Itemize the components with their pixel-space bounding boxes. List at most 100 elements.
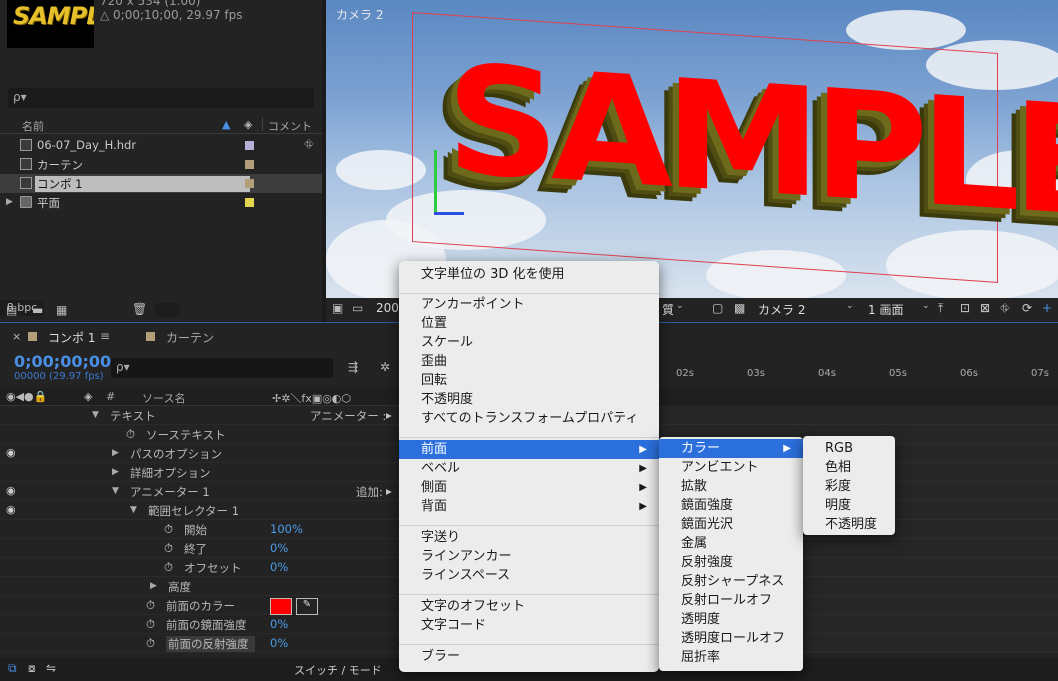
menu-item[interactable]: 文字コード	[399, 616, 659, 635]
tab-menu-icon[interactable]: ≡	[100, 329, 110, 343]
stopwatch-icon[interactable]: ⏱	[164, 541, 173, 556]
stopwatch-icon[interactable]: ⏱	[146, 636, 155, 651]
submenu-item[interactable]: 色相	[803, 458, 895, 477]
submenu-item[interactable]: 明度	[803, 496, 895, 515]
submenu-item[interactable]: 透明度ロールオフ	[659, 629, 803, 648]
visibility-eye-icon[interactable]: ◉	[6, 484, 16, 497]
switch-mode-toggle[interactable]: スイッチ / モード	[294, 662, 382, 678]
submenu-item[interactable]: 金属	[659, 534, 803, 553]
visibility-eye-icon[interactable]: ◉	[6, 503, 16, 516]
menu-item[interactable]: アンカーポイント	[399, 295, 659, 314]
resolution-select[interactable]: 質	[662, 301, 674, 317]
twirl-arrow-icon[interactable]: ▶	[112, 467, 119, 477]
layer-property-row[interactable]: ◉ ▼ アニメーター 1 追加: ▸	[0, 482, 400, 501]
submenu-item[interactable]: カラー ▶	[659, 439, 803, 458]
submenu-item[interactable]: アンビエント	[659, 458, 803, 477]
layer-property-row[interactable]: ⏱ 前面の鏡面強度 0%	[0, 615, 400, 634]
add-arrow-icon[interactable]: ▸	[386, 484, 392, 498]
exposure-plus-icon[interactable]: +	[1042, 301, 1052, 317]
twirl-arrow-icon[interactable]: ▼	[130, 505, 137, 515]
tab-comp1[interactable]: コンポ 1	[48, 329, 95, 346]
menu-item[interactable]: 字送り	[399, 528, 659, 547]
menu-item[interactable]: 回転	[399, 371, 659, 390]
property-value[interactable]: 0%	[270, 560, 288, 574]
submenu-item[interactable]: 反射シャープネス	[659, 572, 803, 591]
property-value[interactable]: 100%	[270, 522, 303, 536]
flowchart-icon[interactable]: ⛗	[1000, 301, 1010, 317]
interpret-footage-icon[interactable]: ▤	[6, 303, 17, 317]
source-name-column[interactable]: ソース名	[142, 390, 185, 406]
menu-item[interactable]: 不透明度	[399, 390, 659, 409]
menu-item[interactable]: 文字のオフセット	[399, 597, 659, 616]
timeline-link-icon[interactable]: ⊡	[960, 301, 970, 317]
layer-property-row[interactable]: ⏱ オフセット 0%	[0, 558, 400, 577]
project-item[interactable]: カーテン	[0, 155, 322, 174]
current-timecode[interactable]: 0;00;00;00	[14, 352, 111, 371]
layer-property-row[interactable]: ▶ 高度	[0, 577, 400, 596]
layer-property-row[interactable]: ⏱ 前面のカラー	[0, 596, 400, 615]
expand-arrow-icon[interactable]: ▶	[6, 197, 13, 207]
region-of-interest-icon[interactable]: ▢	[712, 301, 723, 317]
menu-item[interactable]: 歪曲	[399, 352, 659, 371]
reset-exposure-icon[interactable]: ⟳	[1022, 301, 1032, 317]
menu-item[interactable]: ベベル ▶	[399, 459, 659, 478]
front-color-swatch[interactable]	[270, 598, 292, 615]
menu-item[interactable]: 文字単位の 3D 化を使用	[399, 265, 659, 284]
layer-switches-icon[interactable]: ⧉	[8, 661, 17, 676]
menu-item[interactable]: 前面 ▶	[399, 440, 659, 459]
chevron-down-icon[interactable]: ⌄	[676, 301, 684, 317]
menu-item[interactable]: ラインスペース	[399, 566, 659, 585]
sort-up-icon[interactable]: ▲	[222, 118, 230, 131]
submenu-item[interactable]: 反射強度	[659, 553, 803, 572]
chevron-down-icon[interactable]: ⌄	[846, 301, 854, 317]
stopwatch-icon[interactable]: ⏱	[146, 598, 155, 613]
fast-preview-icon[interactable]: ⤒	[938, 301, 943, 317]
submenu-item[interactable]: 鏡面光沢	[659, 515, 803, 534]
submenu-item[interactable]: 反射ロールオフ	[659, 591, 803, 610]
layer-property-row[interactable]: ◉ ▼ 範囲セレクター 1	[0, 501, 400, 520]
tab-curtain[interactable]: カーテン	[166, 329, 214, 346]
new-folder-icon[interactable]: ▬	[32, 303, 43, 317]
submenu-item[interactable]: 屈折率	[659, 648, 803, 667]
animator-add-menu[interactable]: 追加:	[356, 484, 383, 500]
menu-item[interactable]: 位置	[399, 314, 659, 333]
animator-add-menu[interactable]: アニメーター :	[310, 408, 386, 424]
zoom-select[interactable]: 200	[376, 301, 399, 317]
always-preview-icon[interactable]: ▣	[332, 301, 343, 317]
draft-3d-icon[interactable]: ✲	[380, 360, 390, 374]
in-out-icon[interactable]: ⇋	[46, 661, 56, 675]
twirl-arrow-icon[interactable]: ▼	[112, 486, 119, 496]
new-comp-icon[interactable]: ▦	[56, 303, 67, 317]
menu-item[interactable]: スケール	[399, 333, 659, 352]
submenu-item[interactable]: 鏡面強度	[659, 496, 803, 515]
stopwatch-icon[interactable]: ⏱	[146, 617, 155, 632]
layer-property-row[interactable]: ▶ 詳細オプション	[0, 463, 400, 482]
property-value[interactable]: 0%	[270, 636, 288, 650]
property-value[interactable]: 0%	[270, 617, 288, 631]
project-item[interactable]: コンポ 1	[0, 174, 322, 193]
trash-icon[interactable]: 🗑	[132, 302, 147, 316]
layer-property-row[interactable]: ⏱ 前面の反射強度 0%	[0, 634, 400, 653]
submenu-item[interactable]: 拡散	[659, 477, 803, 496]
label-tag-icon[interactable]: ◈	[244, 118, 252, 131]
submenu-item[interactable]: 透明度	[659, 610, 803, 629]
menu-item[interactable]: すべてのトランスフォームプロパティ	[399, 409, 659, 428]
eyedropper-icon[interactable]: ✎	[296, 598, 318, 615]
layer-property-row[interactable]: ▼ テキスト アニメーター : ▸	[0, 406, 400, 425]
layer-property-row[interactable]: ⏱ 開始 100%	[0, 520, 400, 539]
menu-item[interactable]: ラインアンカー	[399, 547, 659, 566]
comp-mini-flowchart-icon[interactable]: ⇶	[348, 360, 358, 374]
project-item[interactable]: 06-07_Day_H.hdr	[0, 136, 322, 155]
transfer-controls-icon[interactable]: ⧇	[28, 661, 36, 676]
visibility-eye-icon[interactable]: ◉	[6, 446, 16, 459]
submenu-item[interactable]: 不透明度	[803, 515, 895, 534]
stopwatch-icon[interactable]: ⏱	[126, 427, 135, 442]
add-arrow-icon[interactable]: ▸	[386, 408, 392, 422]
twirl-arrow-icon[interactable]: ▼	[92, 410, 99, 420]
thumbnail-slider[interactable]	[154, 303, 180, 317]
view-layout-select[interactable]: 1 画面	[868, 301, 903, 317]
close-tab-icon[interactable]: ×	[12, 330, 21, 343]
menu-item[interactable]: 側面 ▶	[399, 478, 659, 497]
twirl-arrow-icon[interactable]: ▶	[112, 448, 119, 458]
monitor-icon[interactable]: ▭	[352, 301, 363, 317]
